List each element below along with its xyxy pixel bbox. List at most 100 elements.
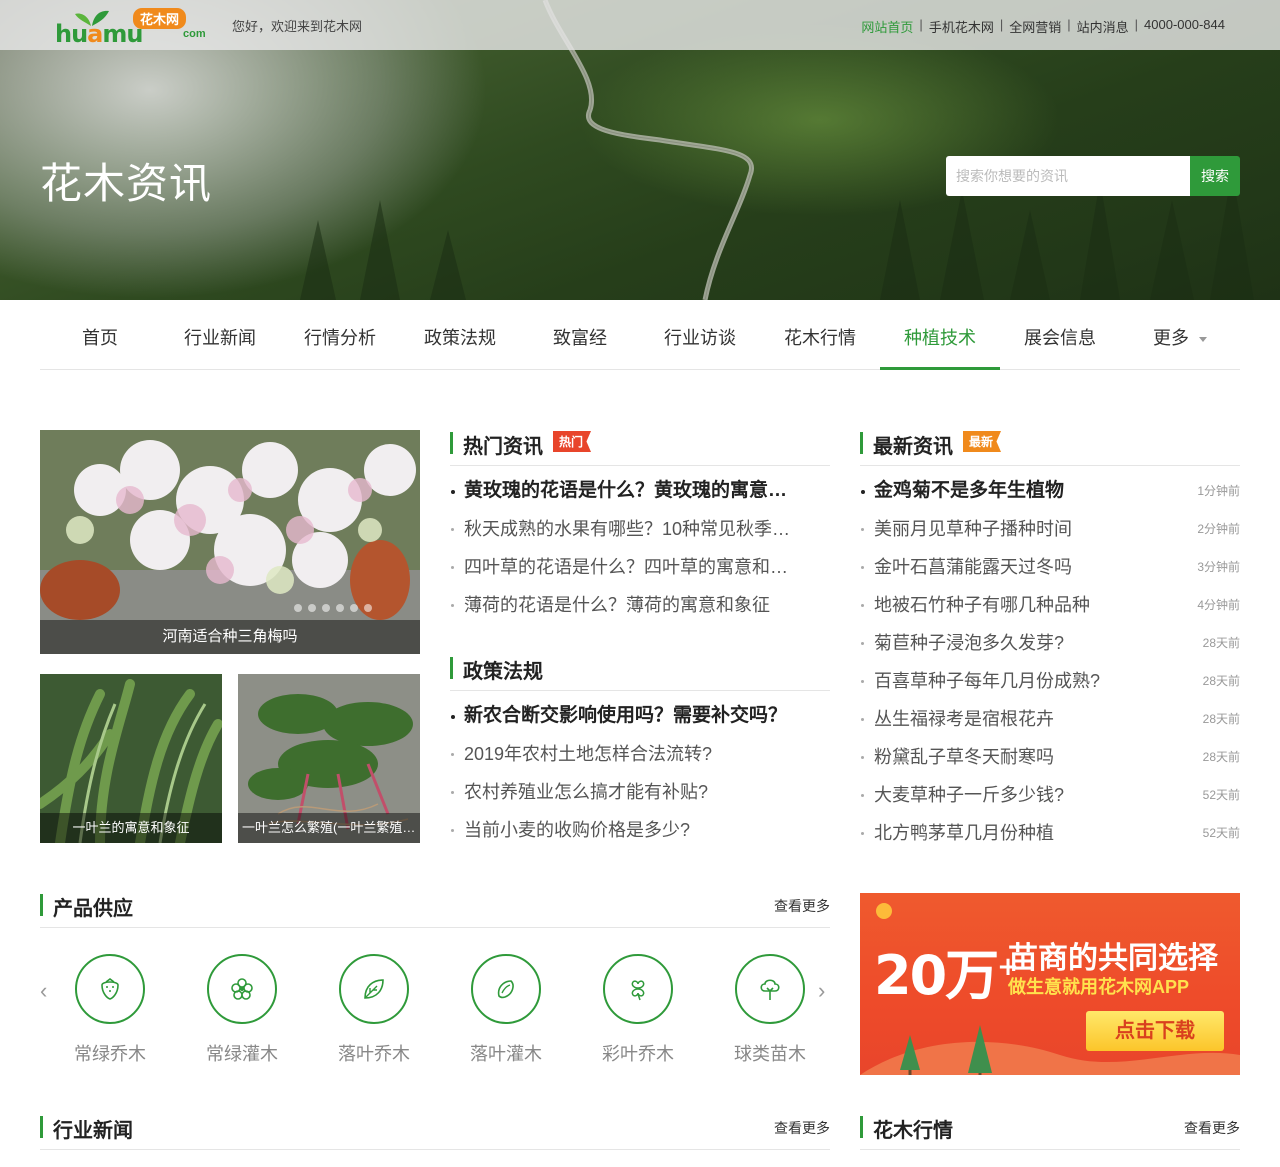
- hot-news-title: 热门资讯: [463, 436, 543, 458]
- products-title: 产品供应: [53, 898, 133, 920]
- nav-item-home[interactable]: 首页: [40, 300, 160, 370]
- market-title: 花木行情: [873, 1120, 953, 1142]
- top-links: 网站首页 | 手机花木网 | 全网营销 | 站内消息 | 4000-000-844: [861, 17, 1225, 36]
- main-nav: 首页 行业新闻 行情分析 政策法规 致富经 行业访谈 花木行情 种植技术 展会信…: [40, 300, 1240, 370]
- category-label: 常绿灌木: [206, 1044, 278, 1064]
- industry-more-link[interactable]: 查看更多: [774, 1118, 830, 1138]
- banner-headline: 苗商的共同选择: [1008, 942, 1218, 975]
- category-label: 球类苗木: [734, 1044, 806, 1064]
- hot-news-header: 热门资讯 热门: [450, 430, 830, 466]
- nav-item-prices[interactable]: 花木行情: [760, 300, 880, 370]
- chevron-right-icon[interactable]: ›: [818, 978, 825, 1004]
- featured-image-small-1[interactable]: 一叶兰的寓意和象征: [40, 674, 222, 843]
- list-item[interactable]: 大麦草种子一斤多少钱? 52天前: [860, 776, 1240, 814]
- top-link-phone[interactable]: 4000-000-844: [1144, 17, 1225, 36]
- policy-list: 新农合断交影响使用吗？需要补交吗？ 2019年农村土地怎样合法流转? 农村养殖业…: [450, 697, 802, 849]
- category-deciduous-shrub[interactable]: 落叶灌木: [466, 950, 546, 1066]
- top-link-mobile[interactable]: 手机花木网: [929, 17, 994, 36]
- policy-header: 政策法规: [450, 655, 830, 691]
- section-bar: [40, 894, 43, 916]
- nav-item-policy[interactable]: 政策法规: [400, 300, 520, 370]
- category-label: 彩叶乔木: [602, 1044, 674, 1064]
- featured-small-caption-1[interactable]: 一叶兰的寓意和象征: [40, 813, 222, 843]
- list-item[interactable]: 金鸡菊不是多年生植物 1分钟前: [860, 472, 1240, 510]
- timestamp: 52天前: [1202, 788, 1240, 802]
- market-header: 花木行情 查看更多: [860, 1114, 1240, 1150]
- mango-icon: [471, 954, 541, 1024]
- nav-item-more[interactable]: 更多: [1120, 300, 1240, 370]
- logo-wordmark: huamu: [55, 20, 143, 48]
- coin-icon: [876, 903, 892, 919]
- carousel-dots[interactable]: [294, 604, 372, 612]
- featured-small-caption-2[interactable]: 一叶兰怎么繁殖(一叶兰繁殖方法): [238, 813, 420, 843]
- section-bar: [40, 1116, 43, 1138]
- top-bar: 花木网 huamu com 您好，欢迎来到花木网 网站首页 | 手机花木网 | 全网…: [0, 0, 1280, 50]
- timestamp: 28天前: [1202, 636, 1240, 650]
- timestamp: 2分钟前: [1197, 522, 1240, 536]
- list-item[interactable]: 农村养殖业怎么搞才能有补贴?: [450, 773, 802, 811]
- category-evergreen-tree[interactable]: 常绿乔木: [70, 950, 150, 1066]
- strawberry-icon: [75, 954, 145, 1024]
- list-item[interactable]: 菊苣种子浸泡多久发芽? 28天前: [860, 624, 1240, 662]
- products-more-link[interactable]: 查看更多: [774, 896, 830, 916]
- featured-image-main[interactable]: 河南适合种三角梅吗: [40, 430, 420, 654]
- timestamp: 1分钟前: [1197, 484, 1240, 498]
- featured-caption[interactable]: 河南适合种三角梅吗: [40, 620, 420, 654]
- app-download-banner[interactable]: 20万+ 苗商的共同选择 做生意就用花木网APP 点击下载: [860, 893, 1240, 1075]
- download-button[interactable]: 点击下载: [1086, 1011, 1224, 1051]
- search-button[interactable]: 搜索: [1190, 156, 1240, 196]
- chevron-left-icon[interactable]: ‹: [40, 978, 47, 1004]
- featured-image-small-2[interactable]: 一叶兰怎么繁殖(一叶兰繁殖方法): [238, 674, 420, 843]
- list-item[interactable]: 秋天成熟的水果有哪些？10种常见秋季水果: [450, 510, 802, 548]
- tree-icon: [735, 954, 805, 1024]
- leaf-icon: [339, 954, 409, 1024]
- new-tag-badge: 最新: [963, 431, 1002, 452]
- section-bar: [450, 657, 453, 679]
- section-bar: [450, 432, 453, 454]
- nav-item-wealth[interactable]: 致富经: [520, 300, 640, 370]
- top-link-messages[interactable]: 站内消息: [1077, 17, 1129, 36]
- list-item[interactable]: 金叶石菖蒲能露天过冬吗 3分钟前: [860, 548, 1240, 586]
- latest-news-header: 最新资讯 最新: [860, 430, 1240, 466]
- list-item[interactable]: 四叶草的花语是什么？四叶草的寓意和象征: [450, 548, 802, 586]
- market-more-link[interactable]: 查看更多: [1184, 1118, 1240, 1138]
- top-link-marketing[interactable]: 全网营销: [1009, 17, 1061, 36]
- list-item[interactable]: 地被石竹种子有哪几种品种 4分钟前: [860, 586, 1240, 624]
- nav-item-market-analysis[interactable]: 行情分析: [280, 300, 400, 370]
- nav-item-planting[interactable]: 种植技术: [880, 300, 1000, 370]
- timestamp: 4分钟前: [1197, 598, 1240, 612]
- section-bar: [860, 1116, 863, 1138]
- nav-item-exhibitions[interactable]: 展会信息: [1000, 300, 1120, 370]
- list-item[interactable]: 粉黛乱子草冬天耐寒吗 28天前: [860, 738, 1240, 776]
- list-item[interactable]: 北方鸭茅草几月份种植 52天前: [860, 814, 1240, 852]
- category-ball-seedling[interactable]: 球类苗木: [730, 950, 810, 1066]
- banner-subline: 做生意就用花木网APP: [1008, 977, 1190, 997]
- hero-banner: 花木网 huamu com 您好，欢迎来到花木网 网站首页 | 手机花木网 | 全网…: [0, 0, 1280, 300]
- list-item[interactable]: 百喜草种子每年几月份成熟? 28天前: [860, 662, 1240, 700]
- banner-number: 20万+: [874, 944, 1019, 1007]
- timestamp: 28天前: [1202, 712, 1240, 726]
- category-label: 落叶灌木: [470, 1044, 542, 1064]
- category-evergreen-shrub[interactable]: 常绿灌木: [202, 950, 282, 1066]
- nav-item-interviews[interactable]: 行业访谈: [640, 300, 760, 370]
- timestamp: 52天前: [1202, 826, 1240, 840]
- list-item[interactable]: 新农合断交影响使用吗？需要补交吗？: [450, 697, 802, 735]
- list-item[interactable]: 丛生福禄考是宿根花卉 28天前: [860, 700, 1240, 738]
- nav-item-industry-news[interactable]: 行业新闻: [160, 300, 280, 370]
- list-item[interactable]: 薄荷的花语是什么？薄荷的寓意和象征: [450, 586, 802, 624]
- list-item[interactable]: 2019年农村土地怎样合法流转?: [450, 735, 802, 773]
- site-logo[interactable]: 花木网 huamu com: [55, 6, 206, 48]
- timestamp: 3分钟前: [1197, 560, 1240, 574]
- top-link-home[interactable]: 网站首页: [861, 17, 913, 36]
- timestamp: 28天前: [1202, 674, 1240, 688]
- category-color-leaf-tree[interactable]: 彩叶乔木: [598, 950, 678, 1066]
- list-item[interactable]: 黄玫瑰的花语是什么？黄玫瑰的寓意和象征: [450, 472, 802, 510]
- industry-news-header: 行业新闻 查看更多: [40, 1114, 830, 1150]
- hot-tag-badge: 热门: [553, 431, 592, 452]
- category-deciduous-tree[interactable]: 落叶乔木: [334, 950, 414, 1066]
- latest-news-title: 最新资讯: [873, 436, 953, 458]
- search-input[interactable]: [946, 156, 1190, 196]
- list-item[interactable]: 美丽月见草种子播种时间 2分钟前: [860, 510, 1240, 548]
- latest-news-list: 金鸡菊不是多年生植物 1分钟前 美丽月见草种子播种时间 2分钟前 金叶石菖蒲能露天过…: [860, 472, 1240, 852]
- list-item[interactable]: 当前小麦的收购价格是多少?: [450, 811, 802, 849]
